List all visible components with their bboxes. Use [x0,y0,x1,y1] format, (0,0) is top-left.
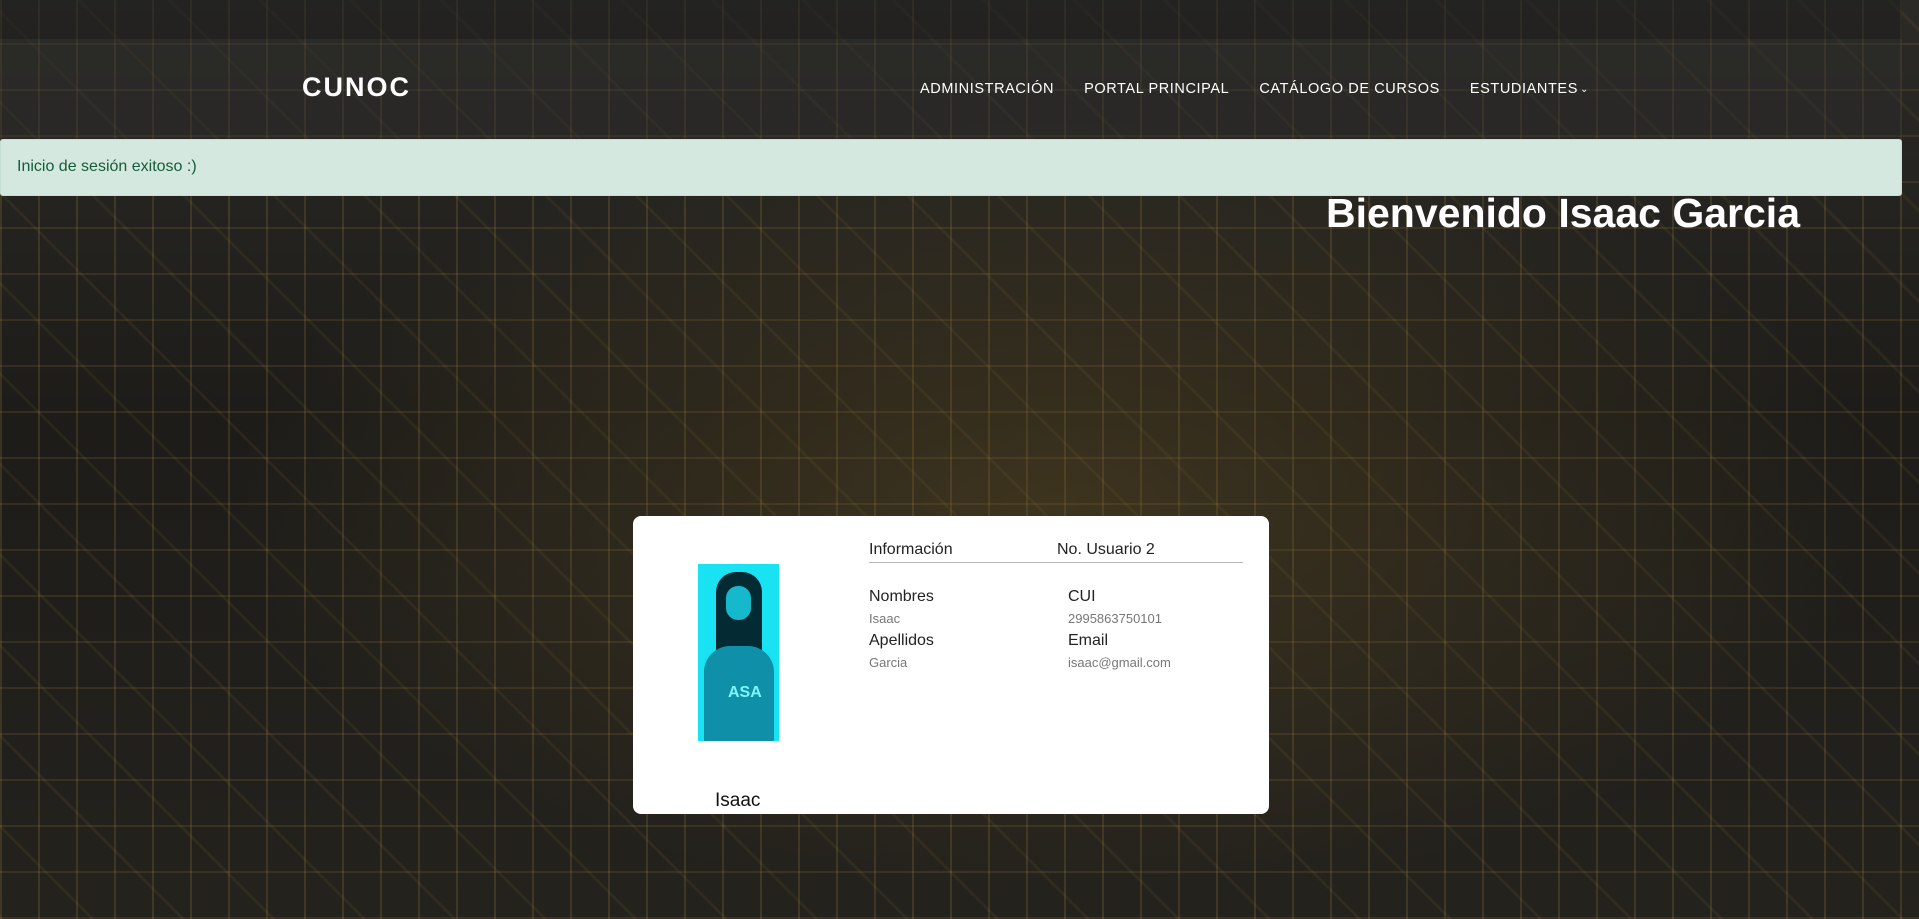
photo-shirt-text: ASA [728,684,762,701]
apellidos-value: Garcia [869,655,908,670]
nombres-value: Isaac [869,611,901,626]
info-header: Información No. Usuario 2 [869,541,1243,563]
chevron-down-icon: ⌄ [1579,83,1589,95]
email-value: isaac@gmail.com [1068,655,1171,670]
user-number: No. Usuario 2 [1057,541,1155,558]
nav-link-estudiantes-label: ESTUDIANTES [1469,81,1578,97]
nav-link-catalogo-de-cursos[interactable]: CATÁLOGO DE CURSOS [1259,81,1440,97]
alert-message: Inicio de sesión exitoso :) [17,158,197,175]
navbar: CUNOC ADMINISTRACIÓN PORTAL PRINCIPAL CA… [0,39,1902,139]
email-label: Email [1068,632,1109,649]
photo-face [726,586,751,620]
profile-name: Isaac [715,790,761,811]
info-title: Información [869,541,953,558]
nav-links: ADMINISTRACIÓN PORTAL PRINCIPAL CATÁLOGO… [920,81,1589,97]
brand-logo[interactable]: CUNOC [302,72,411,103]
nav-link-administracion[interactable]: ADMINISTRACIÓN [920,81,1054,97]
nav-link-portal-principal[interactable]: PORTAL PRINCIPAL [1084,81,1229,97]
profile-card: ASA Isaac Información No. Usuario 2 Nomb… [633,516,1269,814]
cui-value: 2995863750101 [1068,611,1162,626]
welcome-heading: Bienvenido Isaac Garcia [1326,190,1801,236]
success-alert: Inicio de sesión exitoso :) [0,139,1902,196]
apellidos-label: Apellidos [869,632,934,649]
nav-dropdown-estudiantes[interactable]: ESTUDIANTES ⌄ [1470,81,1589,97]
top-strip [0,0,1902,39]
cui-label: CUI [1068,588,1096,605]
profile-photo: ASA [698,564,779,741]
nombres-label: Nombres [869,588,934,605]
